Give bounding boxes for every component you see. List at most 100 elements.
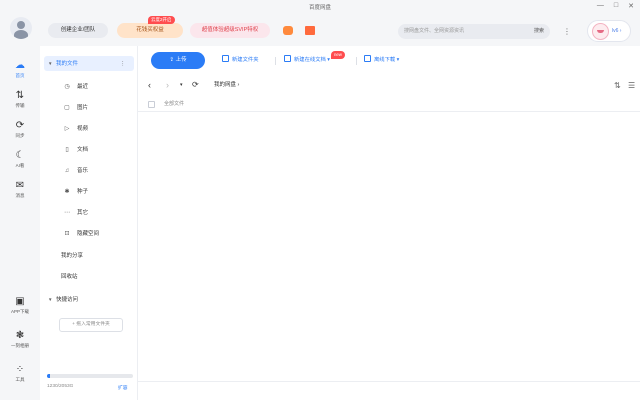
lock-icon: ⊡ [64, 231, 70, 237]
sidebar-item-images[interactable]: ▢ 图片 [40, 101, 138, 115]
rail-label: 首页 [15, 73, 25, 78]
rail-item-app-download[interactable]: ▣ APP下载 [0, 296, 40, 315]
sidebar-item-hidden-space[interactable]: ⊡ 隐藏空间 [40, 227, 138, 241]
window-title: 百度网盘 [308, 5, 331, 11]
offline-download-label: 离线下载 ▾ [374, 57, 400, 63]
sidebar-item-recycle[interactable]: 回收站 [61, 270, 78, 284]
rail-label: 同步 [15, 133, 25, 138]
user-profile-chip[interactable]: lv6 › [587, 20, 631, 42]
close-icon[interactable]: ✕ [628, 2, 634, 10]
upload-label: 上传 [175, 57, 187, 63]
rail-label: 一刻相册 [11, 343, 29, 348]
file-list-header: 全部文件 [138, 97, 640, 112]
rail-label: AI看 [15, 163, 25, 168]
file-sidebar: ▼ 我的文件 ⋮ ◷ 最近 ▢ 图片 ▷ 视频 ▯ 文档 ♫ 音乐 ✱ 种子 ⋯ … [40, 46, 138, 400]
sidebar-item-music[interactable]: ♫ 音乐 [40, 164, 138, 178]
window-controls: — □ ✕ [597, 2, 634, 10]
maximize-icon[interactable]: □ [614, 2, 618, 10]
sidebar-item-label: 图片 [77, 105, 89, 111]
rail-label: APP下载 [10, 309, 29, 314]
phone-icon: ▣ [15, 296, 25, 307]
gift-icon[interactable] [305, 26, 315, 35]
rail-item-transfer[interactable]: ⇅ 传输 [0, 90, 40, 109]
sidebar-item-label: 种子 [77, 189, 89, 195]
storage-quota-text: 1230/2053G [47, 384, 74, 389]
user-avatar[interactable] [10, 17, 32, 39]
avatar-body [14, 30, 28, 39]
transfer-icon: ⇅ [15, 90, 25, 101]
video-icon: ▷ [64, 126, 70, 132]
storage-quota-bar [47, 374, 133, 378]
collapse-icon: ▼ [48, 297, 53, 302]
rail-item-ai[interactable]: ☾ AI看 [0, 150, 40, 169]
rail-label: 消息 [15, 193, 25, 198]
create-org-button[interactable]: 创建企业/团队 [48, 23, 108, 38]
ai-icon: ☾ [15, 150, 25, 161]
expand-storage-link[interactable]: 扩容 [118, 384, 128, 391]
clock-icon: ◷ [64, 84, 70, 90]
avatar-head [17, 21, 25, 29]
search-button[interactable]: 搜索 [534, 24, 544, 39]
document-icon: ▯ [65, 147, 69, 153]
file-list-header-label: 全部文件 [164, 101, 185, 107]
rail-item-message[interactable]: ✉ 消息 [0, 180, 40, 199]
music-icon: ♫ [64, 168, 70, 174]
sync-icon: ⟳ [15, 120, 25, 131]
upload-button[interactable]: ⇪ 上传 [151, 52, 205, 69]
user-level: lv6 › [612, 28, 622, 34]
sidebar-item-seeds[interactable]: ✱ 种子 [40, 185, 138, 199]
sidebar-item-videos[interactable]: ▷ 视频 [40, 122, 138, 136]
rail-item-tools[interactable]: ⁘ 工具 [0, 364, 40, 383]
new-badge: new [331, 51, 345, 59]
new-folder-label: 新建文件夹 [232, 57, 259, 63]
sidebar-item-label: 最近 [77, 84, 89, 90]
sidebar-item-label: 视频 [77, 126, 89, 132]
refresh-icon[interactable]: ⟳ [192, 78, 199, 92]
sidebar-item-label: 隐藏空间 [77, 231, 100, 237]
image-icon: ▢ [64, 105, 70, 111]
more-menu-icon[interactable]: ⋮ [563, 24, 571, 39]
select-all-checkbox[interactable] [148, 101, 155, 108]
sidebar-item-documents[interactable]: ▯ 文档 [40, 143, 138, 157]
minimize-icon[interactable]: — [597, 2, 604, 10]
seed-icon: ✱ [64, 189, 70, 195]
left-rail: ☁ 首页 ⇅ 传输 ⟳ 同步 ☾ AI看 ✉ 消息 ▣ APP下载 ❃ 一刻相册… [0, 46, 40, 400]
folder-plus-icon [222, 55, 229, 62]
sidebar-item-other[interactable]: ⋯ 其它 [40, 206, 138, 220]
doc-plus-icon [284, 55, 291, 62]
profile-avatar [592, 23, 609, 40]
new-online-doc-button[interactable]: 新建在线文档 ▾ [284, 52, 330, 69]
my-files-header[interactable]: ▼ 我的文件 ⋮ [48, 57, 126, 71]
quick-access-label: 快捷访问 [56, 297, 79, 303]
rail-item-album[interactable]: ❃ 一刻相册 [0, 330, 40, 349]
my-files-label: 我的文件 [56, 61, 79, 67]
breadcrumb[interactable]: 我的网盘 › [214, 78, 239, 92]
history-dropdown-icon[interactable]: ▾ [180, 78, 183, 92]
quick-access-header[interactable]: ▼ 快捷访问 [48, 293, 78, 307]
back-icon[interactable]: ‹ [148, 78, 151, 92]
svip-promo-button[interactable]: 超值体验超级SVIP特权 [190, 23, 270, 38]
rail-item-home[interactable]: ☁ 首页 [0, 60, 40, 79]
message-icon: ✉ [15, 180, 25, 191]
tools-icon: ⁘ [15, 364, 25, 375]
my-files-more-icon[interactable]: ⋮ [120, 57, 126, 71]
add-quick-folder-button[interactable]: + 拖入常用文件夹 [59, 318, 123, 332]
sidebar-item-recent[interactable]: ◷ 最近 [40, 80, 138, 94]
rail-item-sync[interactable]: ⟳ 同步 [0, 120, 40, 139]
search-input[interactable]: 搜网盘文件、全网资源资讯 搜索 [398, 24, 550, 39]
game-icon[interactable] [283, 26, 293, 35]
new-online-doc-label: 新建在线文档 ▾ [294, 57, 330, 63]
forward-icon[interactable]: › [166, 78, 169, 92]
toolbar-divider [356, 57, 357, 65]
sidebar-item-my-share[interactable]: 我的分享 [61, 249, 83, 263]
offline-download-button[interactable]: 离线下载 ▾ [364, 52, 399, 69]
search-placeholder: 搜网盘文件、全网资源资讯 [404, 28, 465, 34]
toolbar-divider [275, 57, 276, 65]
sidebar-item-label: 其它 [77, 210, 89, 216]
new-folder-button[interactable]: 新建文件夹 [222, 52, 259, 69]
sidebar-item-label: 文档 [77, 147, 89, 153]
status-divider [138, 381, 640, 382]
collapse-icon: ▼ [48, 61, 53, 66]
path-navigation: ‹ › ▾ ⟳ 我的网盘 › [138, 76, 640, 94]
vip-button[interactable]: 花钱买权益 [117, 23, 183, 38]
